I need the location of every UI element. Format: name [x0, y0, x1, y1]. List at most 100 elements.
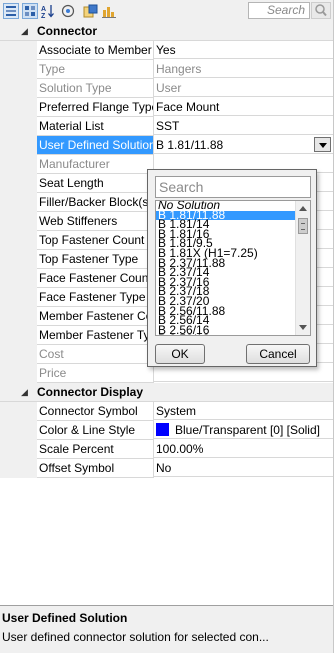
property-label: Cost	[37, 345, 154, 364]
property-value[interactable]: System	[153, 402, 333, 420]
property-row[interactable]: User Defined Solution B 1.81/11.88	[0, 136, 333, 155]
scroll-down-icon[interactable]	[299, 325, 307, 330]
property-value-text: Hangers	[156, 62, 202, 76]
property-label: Face Fastener Count	[37, 269, 154, 288]
property-row[interactable]: Color & Line Style Blue/Transparent [0] […	[0, 421, 333, 440]
property-label: Web Stiffeners	[37, 212, 154, 231]
row-gutter	[0, 345, 37, 364]
row-gutter	[0, 193, 37, 212]
property-label: Member Fastener Count	[37, 307, 154, 326]
description-pane: User Defined Solution User defined conne…	[0, 605, 333, 653]
property-row[interactable]: Preferred Flange Type Face Mount	[0, 98, 333, 117]
property-value-text: No	[156, 461, 172, 475]
row-gutter	[0, 402, 37, 421]
description-title: User Defined Solution	[2, 611, 128, 625]
property-label: Top Fastener Count	[37, 231, 154, 250]
property-label: Type	[37, 60, 154, 79]
property-row[interactable]: Connector Symbol System	[0, 402, 333, 421]
property-value-text: Face Mount	[156, 100, 220, 114]
property-label: Color & Line Style	[37, 421, 154, 440]
row-gutter	[0, 364, 37, 383]
row-gutter	[0, 326, 37, 345]
property-row[interactable]: Material List SST	[0, 117, 333, 136]
row-gutter	[0, 98, 37, 117]
category-connector[interactable]: ◢ Connector	[0, 22, 333, 41]
property-value[interactable]: B 1.81/11.88	[153, 136, 333, 154]
property-label: Member Fastener Type	[37, 326, 154, 345]
row-gutter	[0, 250, 37, 269]
solution-list[interactable]: No Solution B 1.81/11.88 B 1.81/14 B 1.81/1…	[155, 200, 311, 336]
svg-text:A: A	[41, 6, 46, 13]
row-gutter	[0, 174, 37, 193]
toolbar-search-input[interactable]: Search	[248, 2, 310, 19]
property-value-text: System	[156, 404, 197, 418]
row-gutter	[0, 117, 37, 136]
property-row[interactable]: Type Hangers	[0, 60, 333, 79]
properties-icon[interactable]	[60, 3, 76, 19]
description-text: User defined connector solution for sele…	[2, 630, 269, 644]
dropdown-search-input[interactable]: Search	[155, 176, 311, 198]
collapse-triangle-icon[interactable]: ◢	[21, 387, 28, 398]
property-value[interactable]: SST	[153, 117, 333, 135]
filter-icon[interactable]	[101, 3, 117, 19]
row-gutter	[0, 79, 37, 98]
property-row[interactable]: Associate to Member Yes	[0, 41, 333, 60]
row-gutter	[0, 212, 37, 231]
toolbar: AZ Search	[0, 0, 333, 23]
row-gutter	[0, 269, 37, 288]
row-gutter	[0, 440, 37, 459]
ok-button[interactable]: OK	[155, 344, 205, 364]
cancel-button[interactable]: Cancel	[246, 344, 310, 364]
toolbar-search-button[interactable]	[311, 2, 331, 19]
property-label: Face Fastener Type	[37, 288, 154, 307]
property-value[interactable]: User	[153, 79, 333, 97]
property-pages-icon[interactable]	[82, 3, 98, 19]
property-value[interactable]: Yes	[153, 41, 333, 59]
search-icon	[315, 4, 327, 17]
svg-text:Z: Z	[41, 13, 46, 18]
category-connector-display[interactable]: ◢ Connector Display	[0, 383, 333, 402]
property-value[interactable]: 100.00%	[153, 440, 333, 458]
property-label: Top Fastener Type	[37, 250, 154, 269]
scroll-up-icon[interactable]	[299, 206, 307, 211]
solution-dropdown-popup: Search No Solution B 1.81/11.88 B 1.81/14 B…	[147, 169, 317, 367]
property-label: Connector Symbol	[37, 402, 154, 421]
property-value[interactable]: Hangers	[153, 60, 333, 78]
property-value-text: B 1.81/11.88	[156, 138, 224, 152]
sort-az-icon[interactable]: AZ	[40, 3, 56, 19]
row-gutter	[0, 307, 37, 326]
category-label: Connector Display	[37, 385, 144, 399]
row-gutter	[0, 459, 37, 478]
property-label: Filler/Backer Block(s)	[37, 193, 154, 212]
row-gutter	[0, 155, 37, 174]
property-value-text: 100.00%	[156, 442, 204, 456]
property-row[interactable]: Solution Type User	[0, 79, 333, 98]
property-value[interactable]: Blue/Transparent [0] [Solid]	[153, 421, 333, 439]
property-value-text: Blue/Transparent [0] [Solid]	[175, 423, 320, 437]
property-label: Manufacturer	[37, 155, 154, 174]
property-label: Material List	[37, 117, 154, 136]
solution-list-item[interactable]: B 2.56/18	[158, 334, 209, 335]
list-scrollbar[interactable]	[295, 201, 310, 335]
property-value[interactable]: No	[153, 459, 333, 477]
property-value-text: User	[156, 81, 182, 95]
property-label: Associate to Member	[37, 41, 154, 60]
property-label: Price	[37, 364, 154, 383]
dropdown-arrow-button[interactable]	[314, 137, 331, 152]
alphabetical-icon[interactable]	[22, 3, 38, 19]
property-label: Solution Type	[37, 79, 154, 98]
row-gutter	[0, 41, 37, 60]
row-gutter	[0, 421, 37, 440]
property-label: Preferred Flange Type	[37, 98, 154, 117]
row-gutter	[0, 288, 37, 307]
property-value-text: SST	[156, 119, 180, 133]
collapse-triangle-icon[interactable]: ◢	[21, 26, 28, 37]
scroll-thumb[interactable]	[298, 218, 308, 234]
properties-panel: AZ Search ◢ Connector Associate to Membe…	[0, 0, 334, 653]
property-label: Scale Percent	[37, 440, 154, 459]
property-row[interactable]: Scale Percent 100.00%	[0, 440, 333, 459]
property-row[interactable]: Offset Symbol No	[0, 459, 333, 478]
color-swatch	[156, 423, 169, 436]
property-value[interactable]: Face Mount	[153, 98, 333, 116]
categorized-icon[interactable]	[3, 3, 19, 19]
